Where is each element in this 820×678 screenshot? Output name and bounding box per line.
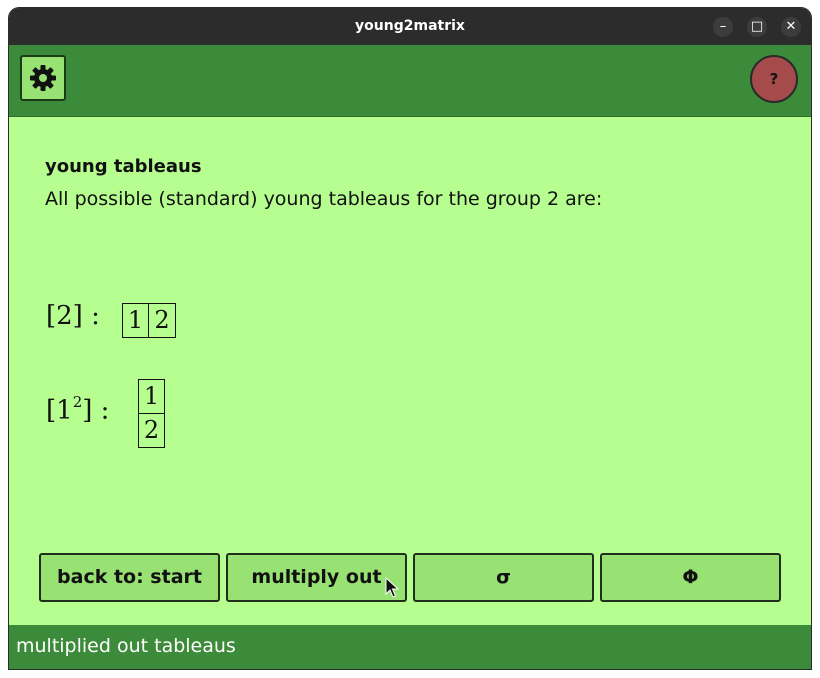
help-button[interactable]: ? [750, 55, 798, 103]
phi-button[interactable]: Φ [600, 553, 781, 602]
tableau-cell: 1 [122, 303, 149, 338]
app-window: young2matrix – □ ✕ ? young tableaus All … [9, 8, 811, 669]
settings-button[interactable] [20, 55, 66, 101]
minimize-button[interactable]: – [713, 17, 733, 37]
multiply-out-button[interactable]: multiply out [226, 553, 407, 602]
tableau-label-exponent: 2 [72, 393, 83, 411]
sigma-button[interactable]: σ [413, 553, 594, 602]
mouse-pointer-icon [385, 577, 399, 598]
tableau-label-base: [1 [46, 395, 73, 426]
toolbar: ? [9, 45, 811, 117]
status-bar: multiplied out tableaus [9, 625, 811, 669]
tableau-cell: 2 [138, 413, 165, 448]
description-text: All possible (standard) young tableaus f… [45, 188, 603, 210]
tableau-cell: 2 [148, 303, 176, 338]
status-text: multiplied out tableaus [16, 635, 236, 657]
gear-icon [30, 65, 56, 91]
tableau-label: [12] : [46, 393, 110, 426]
tableau-label-end: ] : [82, 395, 110, 426]
back-to-start-button[interactable]: back to: start [39, 553, 220, 602]
tableau-label: [2] : [46, 301, 100, 331]
window-title: young2matrix [355, 18, 465, 34]
main-content: young tableaus All possible (standard) y… [9, 117, 811, 625]
maximize-button[interactable]: □ [747, 17, 767, 37]
page-title: young tableaus [45, 156, 202, 177]
tableau-cell: 1 [138, 379, 165, 414]
title-bar[interactable]: young2matrix – □ ✕ [9, 8, 811, 45]
close-button[interactable]: ✕ [781, 17, 801, 37]
